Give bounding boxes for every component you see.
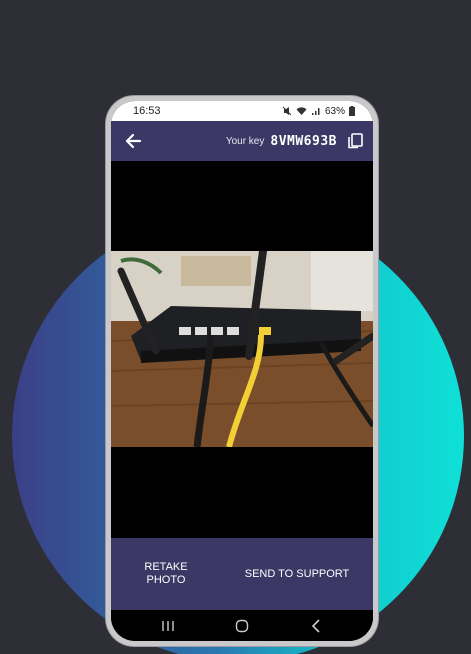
battery-percent: 63% [324,105,345,117]
home-button[interactable] [222,614,262,638]
phone-screen: 16:53 63% Your key 8VMW693B RETAKE PHOTO… [111,101,373,641]
copy-key-button[interactable] [345,131,365,151]
recents-icon [162,621,174,631]
send-to-support-button[interactable]: SEND TO SUPPORT [221,568,373,580]
key-display: Your key 8VMW693B [226,131,365,151]
nav-back-icon [311,619,320,633]
system-nav-bar [111,611,373,641]
router-photo-illustration [111,251,373,447]
battery-icon [349,106,355,116]
captured-photo [111,251,373,447]
photo-preview-area [111,161,373,538]
signal-icon [311,108,320,115]
mute-icon [282,106,292,116]
recents-button[interactable] [148,614,188,638]
key-label: Your key [225,135,265,147]
status-icons: 63% [282,106,355,117]
status-time: 16:53 [133,105,161,117]
phone-frame: 16:53 63% Your key 8VMW693B RETAKE PHOTO… [106,96,378,646]
wifi-icon [296,107,307,115]
key-value: 8VMW693B [270,133,337,149]
retake-photo-button[interactable]: RETAKE PHOTO [111,561,221,587]
status-bar: 16:53 63% [111,101,373,121]
nav-back-button[interactable] [296,614,336,638]
home-icon [235,619,249,633]
arrow-left-icon [125,133,142,149]
action-bar: RETAKE PHOTO SEND TO SUPPORT [111,538,373,610]
app-bar: Your key 8VMW693B [111,121,373,161]
copy-icon [348,133,363,149]
back-button[interactable] [121,129,145,153]
